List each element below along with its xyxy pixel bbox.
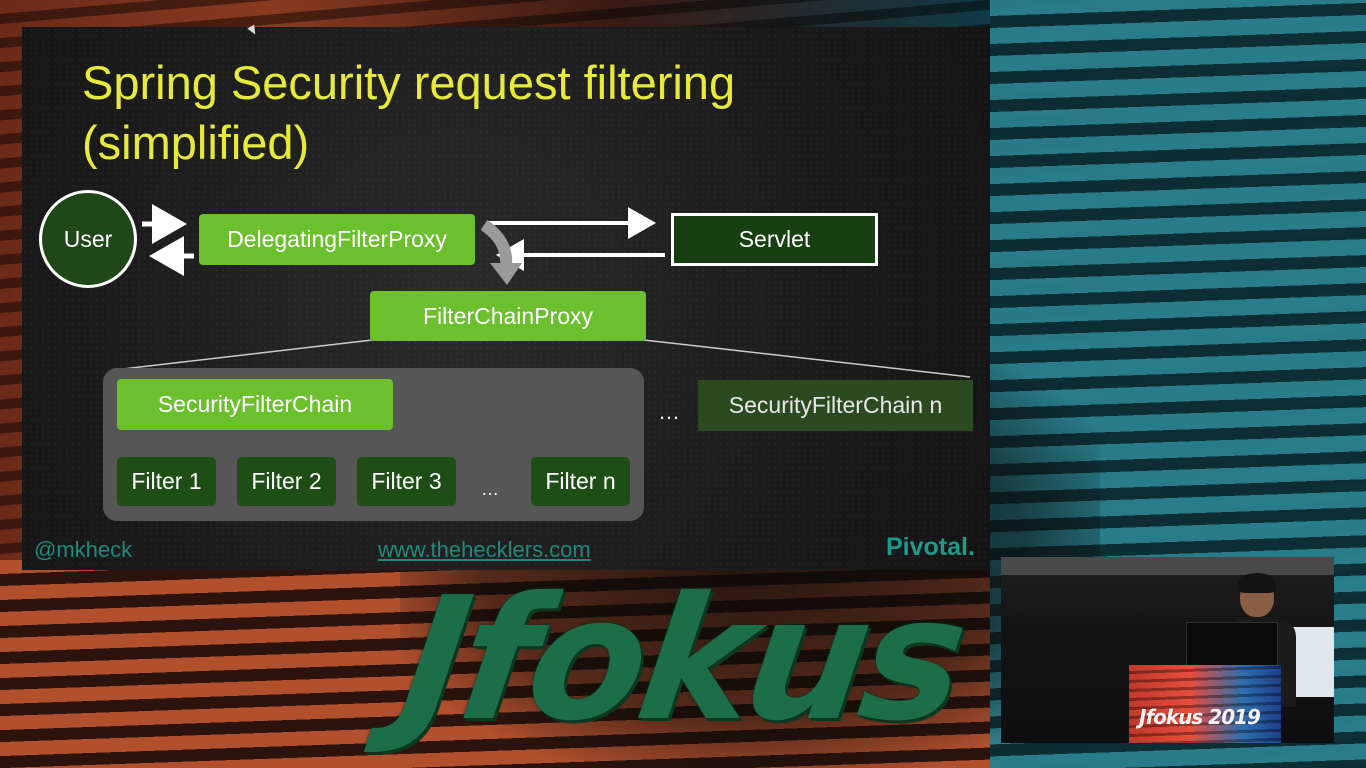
presentation-slide: Spring Security request filtering (simpl… [22,27,990,570]
jfokus-logo: Jfokus [391,561,973,759]
filter-2-box: Filter 2 [237,457,336,506]
filter-3-box: Filter 3 [357,457,456,506]
delegating-filter-proxy-box: DelegatingFilterProxy [199,214,475,265]
filters-ellipsis: … [481,479,499,499]
filter-n-box: Filter n [531,457,630,506]
slide-title: Spring Security request filtering (simpl… [82,53,842,173]
filter-chain-proxy-box: FilterChainProxy [370,291,646,341]
user-node: User [39,190,137,288]
speaker-hair [1238,573,1276,593]
footer-twitter-handle: @mkheck [34,537,133,562]
security-filter-chain-box: SecurityFilterChain [117,379,393,430]
speaker-camera-feed: Jfokus 2019 [1001,557,1334,743]
podium: Jfokus 2019 [1129,665,1281,743]
footer-url-link[interactable]: www.thehecklers.com [378,537,591,563]
servlet-box: Servlet [671,213,878,266]
podium-logo-text: Jfokus 2019 [1139,705,1261,729]
slide-title-line-2: (simplified) [82,116,310,169]
security-filter-chain-n-box: SecurityFilterChain n [698,380,973,431]
pivotal-logo: Pivotal. [886,533,975,561]
filter-1-box: Filter 1 [117,457,216,506]
chain-ellipsis: … [658,399,680,424]
camera-ceiling [1001,557,1334,575]
slide-title-line-1: Spring Security request filtering [82,56,736,109]
